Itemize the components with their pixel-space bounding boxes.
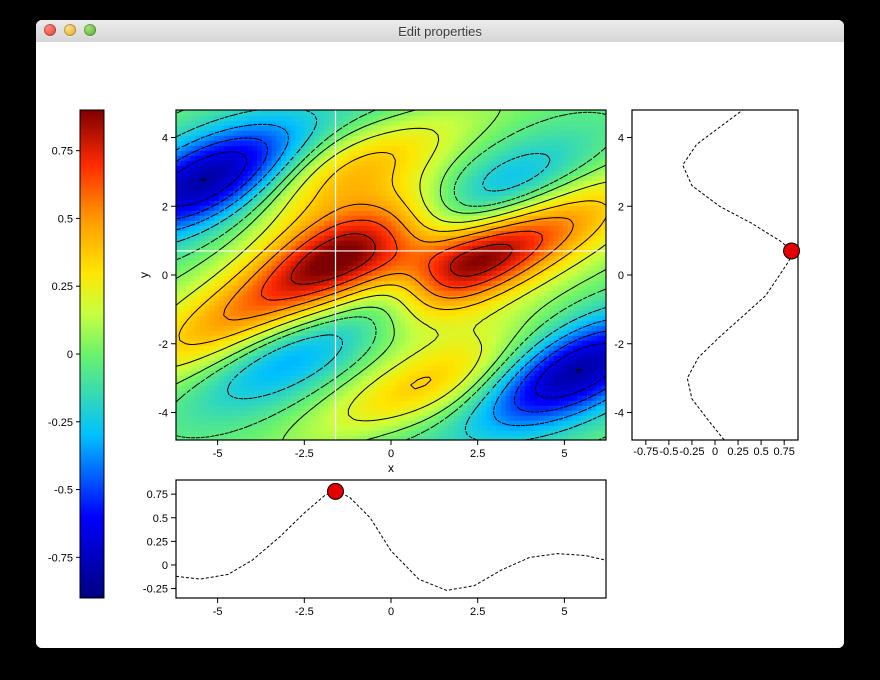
colorbar-tick-label: -0.75: [48, 552, 73, 564]
bottom-xtick-label: -5: [213, 606, 223, 618]
right-xtick-label: -0.5: [659, 446, 678, 458]
bottom-slice-axes[interactable]: -5 -2.5 0 2.5 5 -0.25 0 0.25 0.5 0.75: [143, 480, 606, 618]
colorbar-tick-label: -0.25: [48, 417, 73, 429]
main-ylabel: y: [137, 272, 151, 278]
app-window: Edit properties -0.75-0.5-0.2500.250.50.…: [36, 20, 844, 648]
titlebar[interactable]: Edit properties: [36, 20, 844, 43]
bottom-xtick-label: 5: [561, 606, 567, 618]
right-slice-marker[interactable]: [784, 243, 800, 259]
main-ytick-label: 0: [162, 270, 168, 282]
right-ytick-label: 4: [618, 133, 624, 145]
main-xtick-label: -2.5: [295, 448, 314, 460]
main-ytick-label: 4: [162, 133, 168, 145]
right-xtick-label: 0: [712, 446, 718, 458]
right-xtick-label: -0.75: [633, 446, 658, 458]
right-xtick-label: -0.25: [679, 446, 704, 458]
bottom-ytick-label: 0.5: [153, 513, 168, 525]
colorbar: -0.75 -0.5 -0.25 0 0.25 0.5 0.75: [48, 110, 104, 598]
window-content: -0.75-0.5-0.2500.250.50.75-5-2.502.55-4-…: [36, 42, 844, 648]
bottom-ytick-label: 0.75: [147, 489, 168, 501]
main-ytick-label: -2: [158, 339, 168, 351]
right-ytick-label: -2: [614, 339, 624, 351]
main-xtick-label: 5: [561, 448, 567, 460]
main-xlabel: x: [388, 461, 394, 475]
figure-canvas[interactable]: -0.75-0.5-0.2500.250.50.75-5-2.502.55-4-…: [36, 42, 844, 648]
main-ytick-label: -4: [158, 408, 168, 420]
main-xtick-label: -5: [213, 448, 223, 460]
right-xtick-label: 0.75: [773, 446, 794, 458]
bottom-ytick-label: 0: [162, 560, 168, 572]
right-slice-axes[interactable]: -4 -2 0 2 4 -0.75-0.5-0.25 0 0.25 0.5 0.75: [614, 110, 799, 458]
bottom-xtick-label: -2.5: [295, 606, 314, 618]
colorbar-tick-label: 0.75: [52, 146, 73, 158]
colorbar-tick-label: 0.25: [52, 281, 73, 293]
zoom-icon[interactable]: [84, 24, 96, 36]
bottom-ytick-label: -0.25: [143, 584, 168, 596]
bottom-ytick-label: 0.25: [147, 536, 168, 548]
colorbar-tick-label: 0.5: [58, 213, 73, 225]
main-ytick-label: 2: [162, 201, 168, 213]
right-xtick-label: 0.25: [727, 446, 748, 458]
right-ytick-label: -4: [614, 408, 624, 420]
bottom-xtick-label: 2.5: [470, 606, 485, 618]
bottom-slice-marker[interactable]: [328, 483, 344, 499]
main-contour-axes[interactable]: -5 -2.5 0 2.5 5 -4 -2 0 2 4 x y: [137, 110, 607, 475]
traffic-lights: [44, 24, 96, 36]
right-ytick-label: 0: [618, 270, 624, 282]
colorbar-tick-label: 0: [67, 349, 73, 361]
right-xtick-label: 0.5: [753, 446, 768, 458]
close-icon[interactable]: [44, 24, 56, 36]
colorbar-rect: [80, 110, 104, 598]
main-xtick-label: 0: [388, 448, 394, 460]
window-title: Edit properties: [398, 24, 482, 39]
minimize-icon[interactable]: [64, 24, 76, 36]
right-ytick-label: 2: [618, 201, 624, 213]
colorbar-tick-label: -0.5: [54, 485, 73, 497]
main-xtick-label: 2.5: [470, 448, 485, 460]
bottom-xtick-label: 0: [388, 606, 394, 618]
contour-fill: [176, 110, 607, 441]
